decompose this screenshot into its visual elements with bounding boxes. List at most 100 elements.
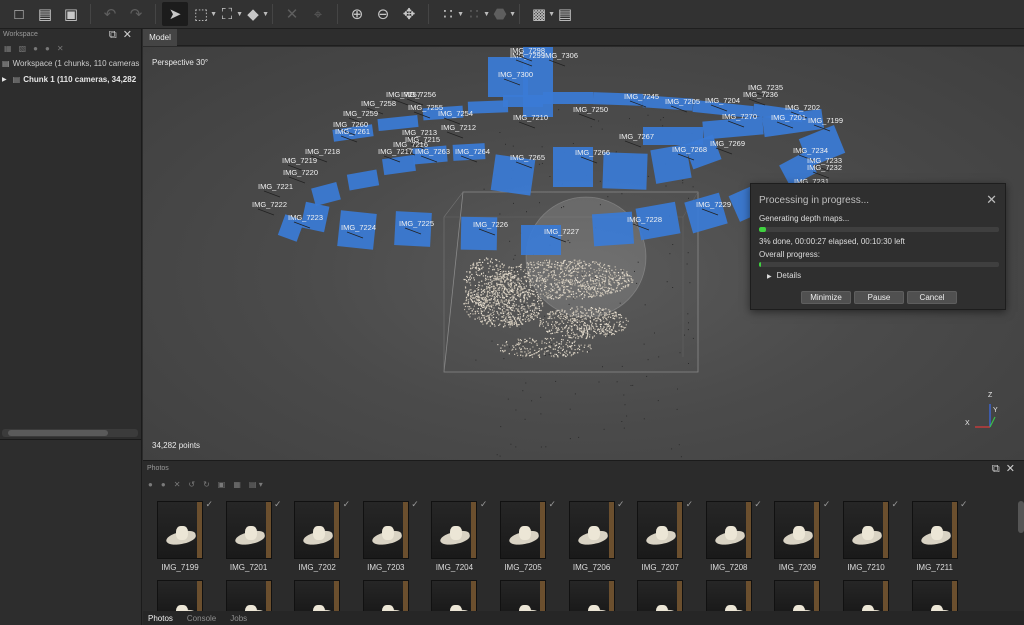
tab-model[interactable]: Model bbox=[143, 29, 177, 46]
undock-icon[interactable]: ⧉ bbox=[109, 29, 123, 41]
enable-icon[interactable]: ● bbox=[148, 480, 153, 489]
move-view-icon[interactable]: ✥ bbox=[396, 2, 422, 26]
zoom-in-icon[interactable]: ⊕ bbox=[344, 2, 370, 26]
photo-thumbnail[interactable] bbox=[362, 580, 409, 612]
toolbar-separator bbox=[519, 4, 520, 24]
photo-thumbnail[interactable] bbox=[157, 580, 203, 612]
photo-thumbnail[interactable] bbox=[225, 580, 272, 612]
enable-icon[interactable]: ● bbox=[33, 44, 38, 53]
minimize-button[interactable]: Minimize bbox=[801, 291, 851, 304]
camera-label: IMG_7300 bbox=[498, 70, 533, 79]
photo-thumbnail[interactable]: ✓ IMG_7211 bbox=[911, 499, 968, 572]
camera-label: IMG_7220 bbox=[283, 168, 318, 177]
axis-z-label: Z bbox=[988, 392, 993, 399]
photo-thumbnail[interactable] bbox=[431, 580, 478, 612]
photo-thumbnail[interactable] bbox=[637, 580, 684, 612]
stage-label: Generating depth maps... bbox=[759, 214, 850, 223]
photos-panel-title: Photos bbox=[147, 465, 169, 472]
disable-icon[interactable]: ● bbox=[45, 44, 50, 53]
photo-image bbox=[500, 501, 546, 559]
close-icon[interactable]: ✕ bbox=[1006, 463, 1021, 475]
photo-thumbnail[interactable]: ✓ IMG_7203 bbox=[362, 499, 419, 572]
rectangle-selection-icon[interactable]: ⬚ ▼ bbox=[188, 2, 217, 26]
undo-icon[interactable]: ↶ bbox=[97, 2, 123, 26]
photo-thumbnail[interactable] bbox=[911, 580, 958, 612]
tab-console[interactable]: Console bbox=[187, 614, 216, 623]
tree-item-workspace[interactable]: ▤ Workspace (1 chunks, 110 cameras bbox=[0, 55, 141, 71]
rotate-object-icon[interactable]: ◆ ▼ bbox=[240, 2, 269, 26]
crop-selection-icon[interactable]: ⌖ bbox=[305, 2, 331, 26]
photo-thumbnail[interactable]: ✓ IMG_7199 bbox=[157, 499, 213, 572]
photo-thumbnail[interactable]: ✓ IMG_7209 bbox=[774, 499, 830, 572]
add-photos-icon[interactable]: ▧ bbox=[19, 44, 27, 53]
tab-jobs[interactable]: Jobs bbox=[230, 614, 247, 623]
camera-label: IMG_7222 bbox=[252, 200, 287, 209]
photo-thumbnail[interactable] bbox=[843, 580, 889, 612]
photo-thumbnail[interactable]: ✓ IMG_7205 bbox=[500, 499, 556, 572]
photo-thumbnail[interactable]: ✓ IMG_7210 bbox=[843, 499, 899, 572]
delete-selection-icon[interactable]: ✕ bbox=[279, 2, 305, 26]
camera-label: IMG_7236 bbox=[743, 90, 778, 99]
mesh-shaded-icon[interactable]: ⬣ ▼ bbox=[487, 2, 516, 26]
show-cameras-icon[interactable]: ▩ ▼ bbox=[526, 2, 555, 26]
camera-plane[interactable] bbox=[602, 152, 648, 190]
tab-photos[interactable]: Photos bbox=[148, 614, 173, 623]
photo-thumbnail[interactable]: ✓ IMG_7201 bbox=[225, 499, 282, 572]
photo-label: IMG_7206 bbox=[572, 563, 611, 572]
camera-plane[interactable] bbox=[394, 211, 432, 247]
photo-thumbnail[interactable]: ✓ IMG_7207 bbox=[637, 499, 693, 572]
photo-thumbnail[interactable] bbox=[500, 580, 546, 612]
rotate-right-icon[interactable]: ↻ bbox=[203, 480, 210, 489]
copy-icon[interactable]: ▦ bbox=[233, 480, 241, 489]
photo-thumbnail[interactable] bbox=[705, 580, 752, 612]
photo-thumbnail[interactable]: ✓ IMG_7206 bbox=[568, 499, 625, 572]
save-icon[interactable]: ▣ bbox=[58, 2, 84, 26]
disable-icon[interactable]: ● bbox=[161, 480, 166, 489]
navigation-arrow-icon[interactable]: ➤ bbox=[162, 2, 188, 26]
remove-icon[interactable]: ✕ bbox=[174, 480, 181, 489]
mask-icon[interactable]: ▣ bbox=[218, 480, 226, 489]
new-file-icon[interactable]: □ bbox=[6, 2, 32, 26]
photo-thumbnail[interactable]: ✓ IMG_7208 bbox=[705, 499, 762, 572]
cancel-button[interactable]: Cancel bbox=[907, 291, 957, 304]
add-chunk-icon[interactable]: ▦ bbox=[4, 44, 12, 53]
remove-icon[interactable]: ✕ bbox=[57, 44, 64, 53]
dialog-close-icon[interactable]: ✕ bbox=[986, 192, 997, 208]
undock-icon[interactable]: ⧉ bbox=[992, 463, 1006, 475]
redo-icon[interactable]: ↷ bbox=[123, 2, 149, 26]
show-region-icon[interactable]: ▤ bbox=[552, 2, 578, 26]
camera-label: IMG_7199 bbox=[808, 116, 843, 125]
camera-plane[interactable] bbox=[467, 100, 509, 114]
camera-leader-line bbox=[624, 140, 642, 148]
photo-thumbnail[interactable]: ✓ IMG_7204 bbox=[431, 499, 487, 572]
photo-thumbnail[interactable] bbox=[294, 580, 341, 612]
tree-item-chunk-1[interactable]: ▶ ▤ Chunk 1 (110 cameras, 34,282 bbox=[0, 71, 141, 87]
close-icon[interactable]: ✕ bbox=[123, 29, 138, 41]
dense-cloud-icon[interactable]: ∷ ▼ bbox=[461, 2, 490, 26]
photo-thumbnail[interactable] bbox=[568, 580, 615, 612]
zoom-out-icon[interactable]: ⊖ bbox=[370, 2, 396, 26]
open-folder-icon[interactable]: ▤ bbox=[32, 2, 58, 26]
camera-plane[interactable] bbox=[346, 169, 380, 191]
panel-divider bbox=[0, 439, 142, 440]
photo-thumbnail[interactable]: ✓ IMG_7202 bbox=[294, 499, 350, 572]
camera-leader-line bbox=[446, 131, 464, 139]
pause-button[interactable]: Pause bbox=[854, 291, 904, 304]
point-cloud-icon[interactable]: ∷ ▼ bbox=[435, 2, 464, 26]
camera-label: IMG_7264 bbox=[455, 147, 490, 156]
expand-arrow-icon[interactable]: ▶ bbox=[2, 76, 7, 83]
workspace-horizontal-scrollbar[interactable] bbox=[2, 429, 138, 437]
view-mode-icon[interactable]: ▤ ▾ bbox=[249, 480, 263, 489]
camera-plane[interactable] bbox=[684, 192, 728, 234]
resize-region-icon[interactable]: ⛶ ▼ bbox=[214, 2, 243, 26]
photos-vertical-scrollbar[interactable] bbox=[1018, 501, 1024, 533]
camera-plane[interactable] bbox=[311, 181, 341, 207]
scrollbar-thumb[interactable] bbox=[8, 430, 108, 436]
camera-label: IMG_7266 bbox=[575, 148, 610, 157]
toolbar-separator bbox=[428, 4, 429, 24]
photo-thumbnail[interactable] bbox=[774, 580, 821, 612]
camera-leader-line bbox=[578, 113, 596, 121]
rotate-left-icon[interactable]: ↺ bbox=[188, 480, 195, 489]
details-toggle[interactable]: ▶ Details bbox=[767, 271, 801, 280]
camera-plane[interactable] bbox=[382, 154, 416, 176]
